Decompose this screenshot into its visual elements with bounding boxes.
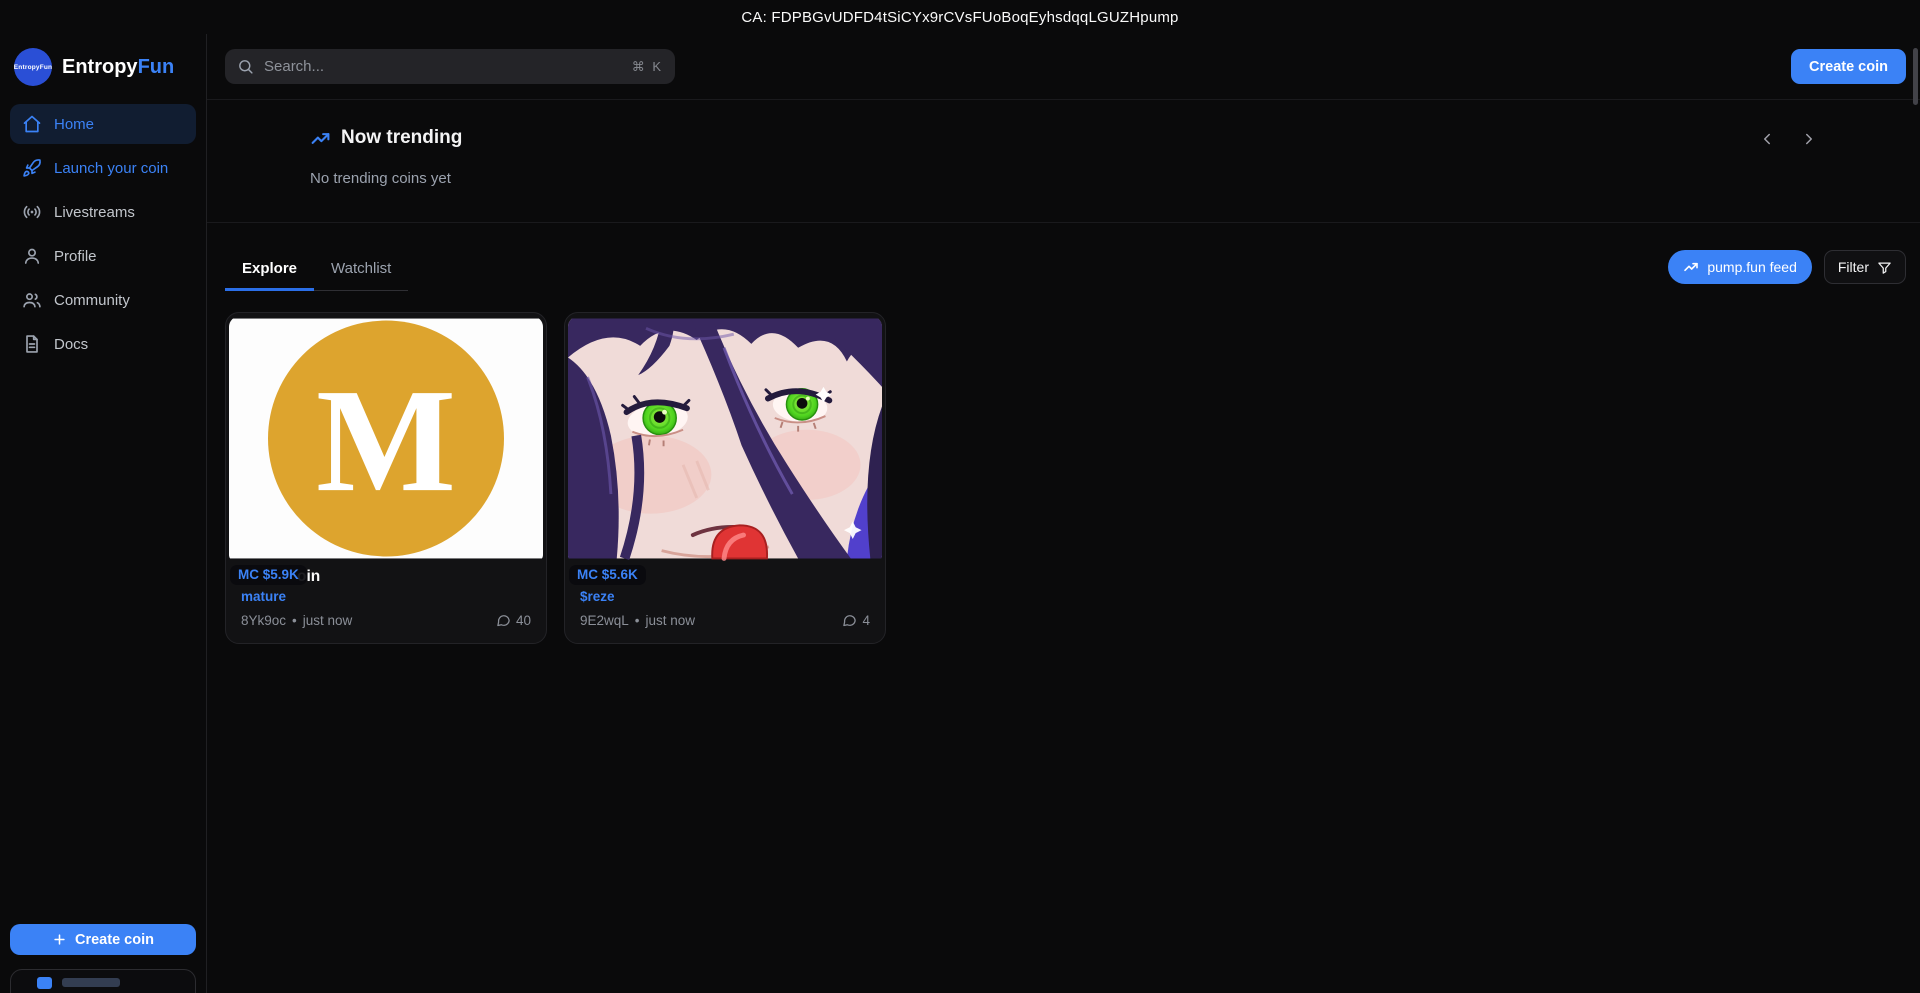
chat-bubble-icon bbox=[842, 613, 857, 628]
partial-label-hint bbox=[62, 978, 120, 987]
document-icon bbox=[22, 334, 42, 354]
sidebar-item-label: Livestreams bbox=[54, 204, 135, 221]
market-cap-badge: MC $5.6K bbox=[569, 565, 646, 585]
trending-up-icon bbox=[310, 128, 331, 149]
trending-carousel-nav bbox=[1752, 124, 1824, 154]
gold-letter-logo-image: M bbox=[229, 316, 543, 561]
chevron-right-icon bbox=[1800, 130, 1818, 148]
coin-ticker: mature bbox=[241, 589, 531, 604]
comment-count: 4 bbox=[842, 613, 870, 628]
sidebar-item-label: Profile bbox=[54, 248, 97, 265]
trending-empty-message: No trending coins yet bbox=[310, 170, 1817, 187]
home-icon bbox=[22, 114, 42, 134]
chat-bubble-icon bbox=[496, 613, 511, 628]
scrollbar-thumb[interactable] bbox=[1913, 48, 1918, 105]
anime-portrait-image bbox=[568, 316, 882, 561]
topbar: ⌘ K Create coin bbox=[207, 34, 1920, 100]
sidebar-nav: Home Launch your coin Livestreams Profil… bbox=[10, 104, 196, 364]
carousel-prev-button[interactable] bbox=[1752, 124, 1782, 154]
sidebar-item-home[interactable]: Home bbox=[10, 104, 196, 144]
trending-up-icon bbox=[1683, 259, 1699, 275]
created-time: just now bbox=[646, 613, 696, 628]
svg-text:M: M bbox=[316, 359, 456, 523]
coin-ticker: $reze bbox=[580, 589, 870, 604]
funnel-icon bbox=[1877, 260, 1892, 275]
create-coin-button-sidebar[interactable]: Create coin bbox=[10, 924, 196, 955]
brand[interactable]: EntropyFun EntropyFun bbox=[10, 46, 196, 104]
pump-fun-feed-button[interactable]: pump.fun feed bbox=[1668, 250, 1812, 284]
tab-watchlist[interactable]: Watchlist bbox=[314, 248, 408, 291]
creator-address[interactable]: 8Yk9oc bbox=[241, 613, 286, 628]
trending-title-row: Now trending bbox=[310, 127, 1817, 149]
app-shell: EntropyFun EntropyFun Home Launch your c… bbox=[0, 34, 1920, 993]
contract-address-bar: CA: FDPBGvUDFD4tSiCYx9rCVsFUoBoqEyhsdqqL… bbox=[0, 0, 1920, 34]
contract-address-text[interactable]: CA: FDPBGvUDFD4tSiCYx9rCVsFUoBoqEyhsdqqL… bbox=[741, 9, 1178, 26]
sidebar-item-launch-your-coin[interactable]: Launch your coin bbox=[10, 148, 196, 188]
brand-name: EntropyFun bbox=[62, 56, 174, 79]
coin-card[interactable]: MC $5.6K $reze 9E2wqL • just now 4 bbox=[564, 312, 886, 644]
search-input[interactable] bbox=[264, 58, 622, 75]
create-coin-button-top[interactable]: Create coin bbox=[1791, 49, 1906, 84]
create-coin-label: Create coin bbox=[75, 932, 154, 948]
brand-name-accent: Fun bbox=[138, 56, 175, 78]
broadcast-icon bbox=[22, 202, 42, 222]
coin-image-gold-letter: M bbox=[229, 316, 543, 561]
feed-controls: pump.fun feed Filter bbox=[1668, 250, 1906, 284]
brand-logo-icon: EntropyFun bbox=[14, 48, 52, 86]
sidebar-item-label: Launch your coin bbox=[54, 160, 168, 177]
sidebar-item-label: Docs bbox=[54, 336, 88, 353]
tab-explore[interactable]: Explore bbox=[225, 248, 314, 291]
trending-title: Now trending bbox=[341, 127, 462, 149]
user-icon bbox=[22, 246, 42, 266]
plus-icon bbox=[52, 932, 67, 947]
wallet-icon bbox=[37, 977, 52, 989]
brand-name-primary: Entropy bbox=[62, 56, 138, 78]
pump-fun-feed-label: pump.fun feed bbox=[1707, 259, 1797, 275]
coin-name: oin bbox=[297, 568, 531, 587]
coin-name bbox=[636, 568, 870, 587]
coin-meta: 9E2wqL • just now bbox=[580, 613, 695, 628]
sidebar-item-livestreams[interactable]: Livestreams bbox=[10, 192, 196, 232]
sidebar-item-docs[interactable]: Docs bbox=[10, 324, 196, 364]
comment-count-value: 40 bbox=[516, 613, 531, 628]
meta-bullet: • bbox=[292, 613, 297, 628]
sidebar-bottom: Create coin bbox=[10, 924, 196, 993]
sidebar-item-profile[interactable]: Profile bbox=[10, 236, 196, 276]
market-cap-badge: MC $5.9K bbox=[230, 565, 307, 585]
filter-button[interactable]: Filter bbox=[1824, 250, 1906, 284]
search-bar: ⌘ K bbox=[225, 49, 675, 84]
users-icon bbox=[22, 290, 42, 310]
comment-count-value: 4 bbox=[862, 613, 870, 628]
explore-header: Explore Watchlist pump.fun feed Filter bbox=[207, 223, 1920, 291]
partial-action-button[interactable] bbox=[10, 969, 196, 993]
search-icon bbox=[237, 58, 254, 75]
tabs: Explore Watchlist bbox=[225, 248, 408, 291]
sidebar-item-label: Home bbox=[54, 116, 94, 133]
coin-image-anime bbox=[568, 316, 882, 561]
chevron-left-icon bbox=[1758, 130, 1776, 148]
coin-card[interactable]: M MC $5.9K oin mature 8Yk9oc • just now bbox=[225, 312, 547, 644]
carousel-next-button[interactable] bbox=[1794, 124, 1824, 154]
coin-card-info: MC $5.9K oin mature 8Yk9oc • just now 40 bbox=[229, 561, 543, 640]
coin-card-grid: M MC $5.9K oin mature 8Yk9oc • just now bbox=[207, 291, 1920, 644]
sidebar-item-label: Community bbox=[54, 292, 130, 309]
creator-address[interactable]: 9E2wqL bbox=[580, 613, 629, 628]
sidebar: EntropyFun EntropyFun Home Launch your c… bbox=[0, 34, 207, 993]
created-time: just now bbox=[303, 613, 353, 628]
filter-label: Filter bbox=[1838, 259, 1869, 275]
main-content: ⌘ K Create coin Now trending No trending… bbox=[207, 34, 1920, 993]
search-shortcut: ⌘ K bbox=[632, 59, 663, 75]
rocket-icon bbox=[22, 158, 42, 178]
coin-meta: 8Yk9oc • just now bbox=[241, 613, 352, 628]
coin-card-footer: 8Yk9oc • just now 40 bbox=[241, 613, 531, 628]
trending-section: Now trending No trending coins yet bbox=[207, 100, 1920, 223]
comment-count: 40 bbox=[496, 613, 531, 628]
coin-card-footer: 9E2wqL • just now 4 bbox=[580, 613, 870, 628]
sidebar-item-community[interactable]: Community bbox=[10, 280, 196, 320]
coin-card-info: MC $5.6K $reze 9E2wqL • just now 4 bbox=[568, 561, 882, 640]
meta-bullet: • bbox=[635, 613, 640, 628]
brand-logo-text: EntropyFun bbox=[14, 64, 52, 71]
